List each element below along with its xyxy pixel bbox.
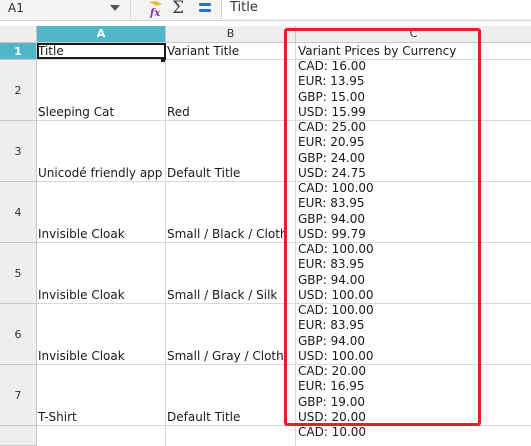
cell-a5[interactable]: Invisible Cloak: [37, 243, 166, 303]
cell-text: Default Title: [167, 410, 241, 424]
cell-b7[interactable]: Default Title: [166, 365, 296, 425]
row-header-4[interactable]: 4: [0, 182, 37, 243]
cell-b3[interactable]: Default Title: [166, 121, 296, 181]
chevron-down-icon[interactable]: [110, 5, 120, 11]
cell-a4[interactable]: Invisible Cloak: [37, 182, 166, 242]
cell-text: Sleeping Cat: [38, 105, 115, 119]
cell-b8[interactable]: [166, 426, 296, 446]
table-row: CAD: 10.00: [37, 426, 531, 446]
row-header-1[interactable]: 1: [0, 43, 37, 60]
name-box[interactable]: A1: [0, 0, 131, 18]
cell-a8[interactable]: [37, 426, 166, 446]
row-header-5[interactable]: 5: [0, 243, 37, 304]
cell-a1[interactable]: Title: [37, 43, 166, 59]
row-header-3[interactable]: 3: [0, 121, 37, 182]
cell-text: Default Title: [167, 166, 241, 180]
formula-icon[interactable]: [199, 3, 211, 14]
cell-a3[interactable]: Unicodé friendly app: [37, 121, 166, 181]
cell-a7[interactable]: T-Shirt: [37, 365, 166, 425]
function-wizard-icon[interactable]: fx: [147, 0, 165, 18]
select-all-corner[interactable]: [0, 26, 37, 42]
cell-text: Small / Black / Silk: [167, 288, 278, 302]
cell-text: T-Shirt: [38, 410, 77, 424]
cell-a6[interactable]: Invisible Cloak: [37, 304, 166, 364]
column-header-b[interactable]: B: [166, 26, 296, 42]
formula-input[interactable]: Title: [221, 0, 531, 19]
cell-b1[interactable]: Variant Title: [166, 43, 296, 59]
cell-text: Unicodé friendly app: [38, 166, 163, 180]
svg-text:fx: fx: [149, 8, 161, 18]
cell-text: Title: [38, 44, 64, 58]
sum-icon[interactable]: Σ: [172, 0, 184, 18]
row-header-6[interactable]: 6: [0, 304, 37, 365]
cell-text: Invisible Cloak: [38, 349, 125, 363]
cell-b2[interactable]: Red: [166, 60, 296, 120]
cell-text: Invisible Cloak: [38, 227, 125, 241]
cell-c8[interactable]: CAD: 10.00: [296, 426, 531, 446]
cell-text: Red: [167, 105, 190, 119]
row-header-8[interactable]: [0, 426, 37, 446]
cell-text: Variant Title: [167, 44, 240, 58]
cell-b5[interactable]: Small / Black / Silk: [166, 243, 296, 303]
formula-bar: A1 fx Σ Title: [0, 0, 531, 21]
row-header-7[interactable]: 7: [0, 365, 37, 426]
formula-input-value[interactable]: Title: [230, 0, 258, 15]
cell-b4[interactable]: Small / Black / Cloth: [166, 182, 296, 242]
price-line: CAD: 10.00: [298, 426, 367, 439]
name-box-value[interactable]: A1: [8, 1, 24, 15]
cell-text: Invisible Cloak: [38, 288, 125, 302]
cell-text: Small / Black / Cloth: [167, 227, 288, 241]
row-header-2[interactable]: 2: [0, 60, 37, 121]
highlight-box: [284, 28, 481, 426]
column-header-a[interactable]: A: [37, 26, 166, 42]
cell-a2[interactable]: Sleeping Cat: [37, 60, 166, 120]
cell-b6[interactable]: Small / Gray / Cloth: [166, 304, 296, 364]
cell-text: Small / Gray / Cloth: [167, 349, 284, 363]
